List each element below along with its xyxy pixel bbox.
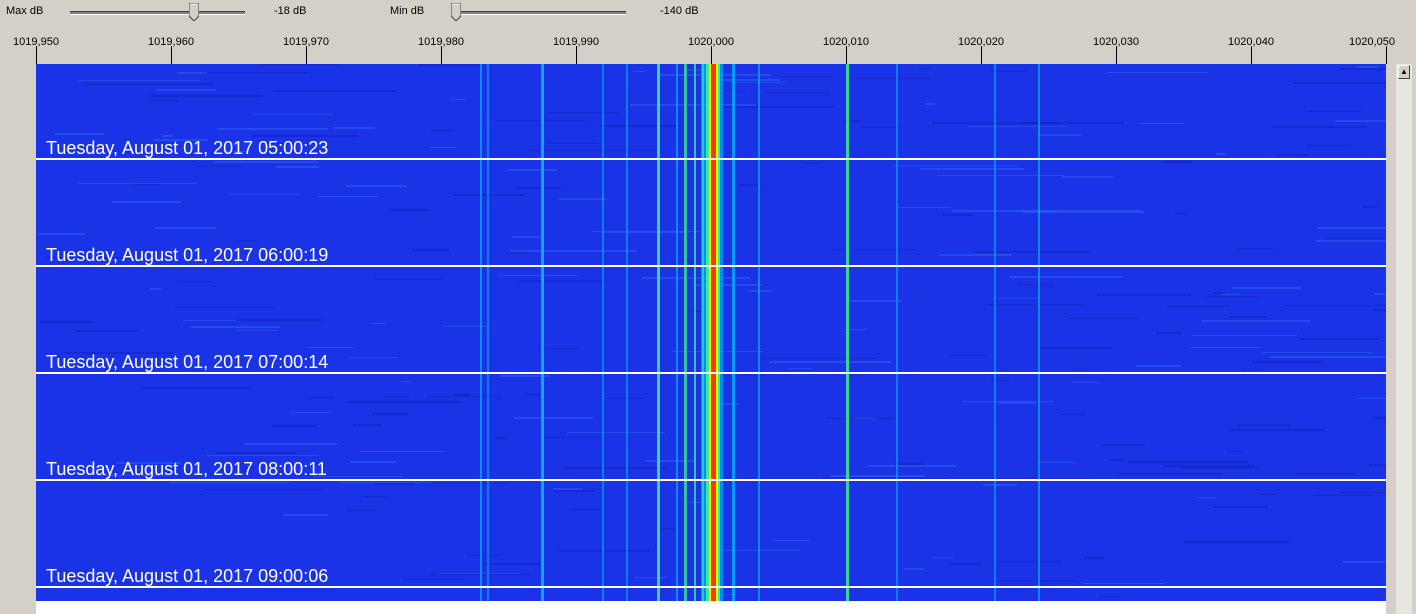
frequency-tick-label: 1020,030 [1093, 36, 1139, 48]
waterfall-bottom-strip [36, 601, 1386, 614]
frequency-tick-label: 1020,020 [958, 36, 1004, 48]
frequency-tick-label: 1019,960 [148, 36, 194, 48]
waterfall-display[interactable]: Tuesday, August 01, 2017 05:00:23 Tuesday… [36, 64, 1386, 601]
frequency-tick-label: 1019,980 [418, 36, 464, 48]
frequency-tick [171, 46, 172, 64]
frequency-tick [1386, 46, 1387, 64]
max-db-value: -18 dB [274, 5, 307, 17]
min-db-value: -140 dB [660, 5, 699, 17]
timestamp-label: Tuesday, August 01, 2017 07:00:14 [46, 352, 329, 372]
frequency-tick-label: 1020,010 [823, 36, 869, 48]
frequency-tick-label: 1020,040 [1228, 36, 1274, 48]
frequency-tick [1116, 46, 1117, 64]
timestamp-label: Tuesday, August 01, 2017 09:00:06 [46, 566, 329, 586]
min-db-slider-thumb[interactable] [451, 3, 461, 21]
min-db-label: Min dB [390, 5, 425, 17]
timestamp-label: Tuesday, August 01, 2017 08:00:11 [46, 459, 327, 479]
frequency-tick [36, 46, 37, 64]
frequency-tick [711, 46, 712, 64]
frequency-tick-label: 1020,000 [688, 36, 734, 48]
frequency-tick [981, 46, 982, 64]
timestamp-label: Tuesday, August 01, 2017 06:00:19 [46, 245, 329, 265]
frequency-axis: 1019,950 1019,960 1019,970 1019,980 1019,990… [0, 36, 1416, 64]
frequency-tick-label: 1019,950 [13, 36, 59, 48]
frequency-tick [441, 46, 442, 64]
max-db-label: Max dB [6, 5, 44, 17]
max-db-slider-thumb[interactable] [188, 3, 199, 21]
frequency-tick [1251, 46, 1252, 64]
frequency-tick-label: 1019,990 [553, 36, 599, 48]
frequency-tick-label: 1020,050 [1349, 36, 1395, 48]
vertical-scrollbar[interactable] [1396, 64, 1412, 614]
timestamp-label: Tuesday, August 01, 2017 05:00:23 [46, 138, 329, 158]
min-db-slider-track[interactable] [451, 11, 626, 15]
arrow-up-icon[interactable]: ▲ [1398, 65, 1410, 79]
frequency-tick [576, 46, 577, 64]
frequency-tick [306, 46, 307, 64]
frequency-tick-label: 1019,970 [283, 36, 329, 48]
frequency-tick [846, 46, 847, 64]
waterfall-app: Max dB -18 dB Min dB -140 dB 1019,950 101… [0, 0, 1416, 614]
max-db-slider-track[interactable] [70, 11, 245, 15]
